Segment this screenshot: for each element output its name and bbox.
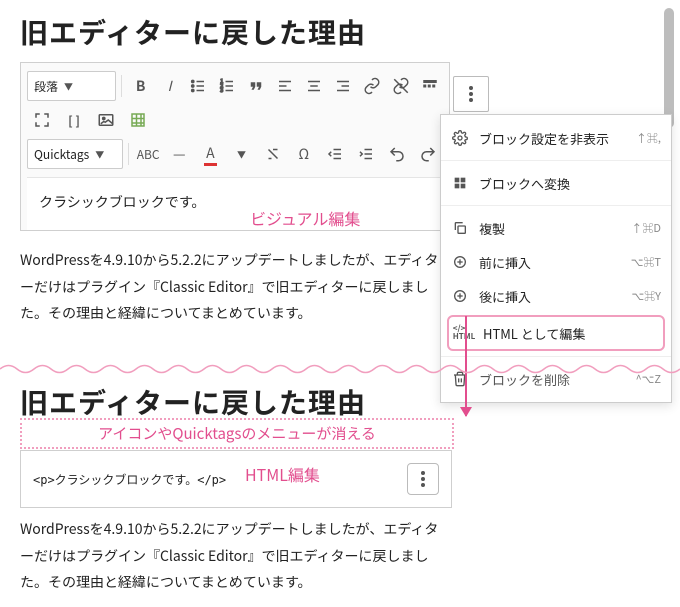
link-button[interactable] (358, 71, 385, 101)
body-paragraph-bottom: WordPressを4.9.10から5.2.2にアップデートしましたが、エディタ… (20, 516, 450, 596)
chevron-down-icon: ▼ (95, 148, 104, 161)
fullscreen-button[interactable] (27, 105, 57, 135)
unlink-button[interactable] (387, 71, 414, 101)
block-options-button[interactable] (453, 76, 489, 112)
menu-insert-before[interactable]: 前に挿入 ⌥⌘T (441, 245, 671, 279)
italic-button[interactable]: I (156, 71, 183, 101)
format-dropdown[interactable]: 段落 ▼ (27, 71, 116, 101)
body-paragraph-top: WordPressを4.9.10から5.2.2にアップデートしましたが、エディタ… (20, 247, 450, 327)
align-right-button[interactable] (329, 71, 356, 101)
strikethrough-button[interactable]: ABC (134, 139, 163, 169)
toolbar-toggle-button[interactable] (416, 71, 443, 101)
redo-button[interactable] (414, 139, 443, 169)
html-code-text: <p>クラシックブロックです。</p> (33, 471, 226, 488)
quicktags-dropdown[interactable]: Quicktags ▼ (27, 139, 123, 169)
menu-insert-after[interactable]: 後に挿入 ⌥⌘Y (441, 279, 671, 313)
copy-icon (451, 219, 469, 237)
menu-duplicate[interactable]: 複製 ↑⌘D (441, 211, 671, 245)
menu-hide-block-settings[interactable]: ブロック設定を非表示 ↑⌘, (441, 121, 671, 155)
block-options-button-2[interactable] (407, 463, 439, 495)
scrollbar-thumb[interactable] (664, 8, 674, 128)
classic-editor-block[interactable]: 段落 ▼ B I 123 [ ] Quicktags (20, 62, 450, 231)
separator (128, 143, 129, 165)
align-center-button[interactable] (301, 71, 328, 101)
shortcode-button[interactable]: [ ] (59, 105, 89, 135)
menu-transform-block[interactable]: ブロックへ変換 (441, 166, 671, 200)
blockquote-button[interactable] (243, 71, 270, 101)
format-dropdown-label: 段落 (34, 78, 58, 95)
menu-edit-as-html[interactable]: </>HTML HTML として編集 (447, 315, 665, 351)
menu-divider (441, 356, 671, 357)
bold-button[interactable]: B (127, 71, 154, 101)
classic-block-text: クラシックブロックです。 (39, 192, 205, 212)
hr-button[interactable]: — (165, 139, 194, 169)
special-char-button[interactable]: Ω (289, 139, 318, 169)
indent-button[interactable] (352, 139, 381, 169)
grid-icon (451, 174, 469, 192)
align-left-button[interactable] (272, 71, 299, 101)
more-vertical-icon (421, 471, 425, 487)
editor-content[interactable]: クラシックブロックです。 (27, 177, 443, 230)
outdent-button[interactable] (320, 139, 349, 169)
svg-text:3: 3 (221, 86, 224, 94)
gear-icon (451, 129, 469, 147)
toolbar-row-3: Quicktags ▼ ABC — A ▼ Ω (27, 137, 443, 171)
insert-before-icon (451, 253, 469, 271)
page-title-top: 旧エディターに戻した理由 (20, 12, 450, 52)
bullet-list-button[interactable] (185, 71, 212, 101)
annotation-html-edit: HTML編集 (245, 462, 320, 486)
undo-button[interactable] (383, 139, 412, 169)
annotation-menus-disappear: アイコンやQuicktagsのメニューが消える (20, 418, 454, 449)
toolbar-row-2: [ ] (27, 103, 443, 137)
chevron-down-icon: ▼ (64, 80, 73, 93)
toolbar-row-1: 段落 ▼ B I 123 (27, 69, 443, 103)
html-icon: </>HTML (455, 324, 473, 342)
text-color-button[interactable]: A (196, 139, 225, 169)
table-button[interactable] (123, 105, 153, 135)
quicktags-dropdown-label: Quicktags (34, 146, 89, 163)
section-divider-wavy (0, 362, 680, 376)
page-title-bottom: 旧エディターに戻した理由 (20, 382, 450, 422)
number-list-button[interactable]: 123 (214, 71, 241, 101)
media-button[interactable] (91, 105, 121, 135)
separator (121, 75, 122, 97)
more-vertical-icon (469, 86, 473, 102)
text-color-chevron-button[interactable]: ▼ (227, 139, 256, 169)
menu-divider (441, 160, 671, 161)
clear-format-button[interactable] (258, 139, 287, 169)
insert-after-icon (451, 287, 469, 305)
menu-divider (441, 205, 671, 206)
annotation-visual-edit: ビジュアル編集 (250, 206, 360, 230)
block-options-menu: ブロック設定を非表示 ↑⌘, ブロックへ変換 複製 ↑⌘D 前に挿入 ⌥⌘T 後… (440, 114, 672, 403)
